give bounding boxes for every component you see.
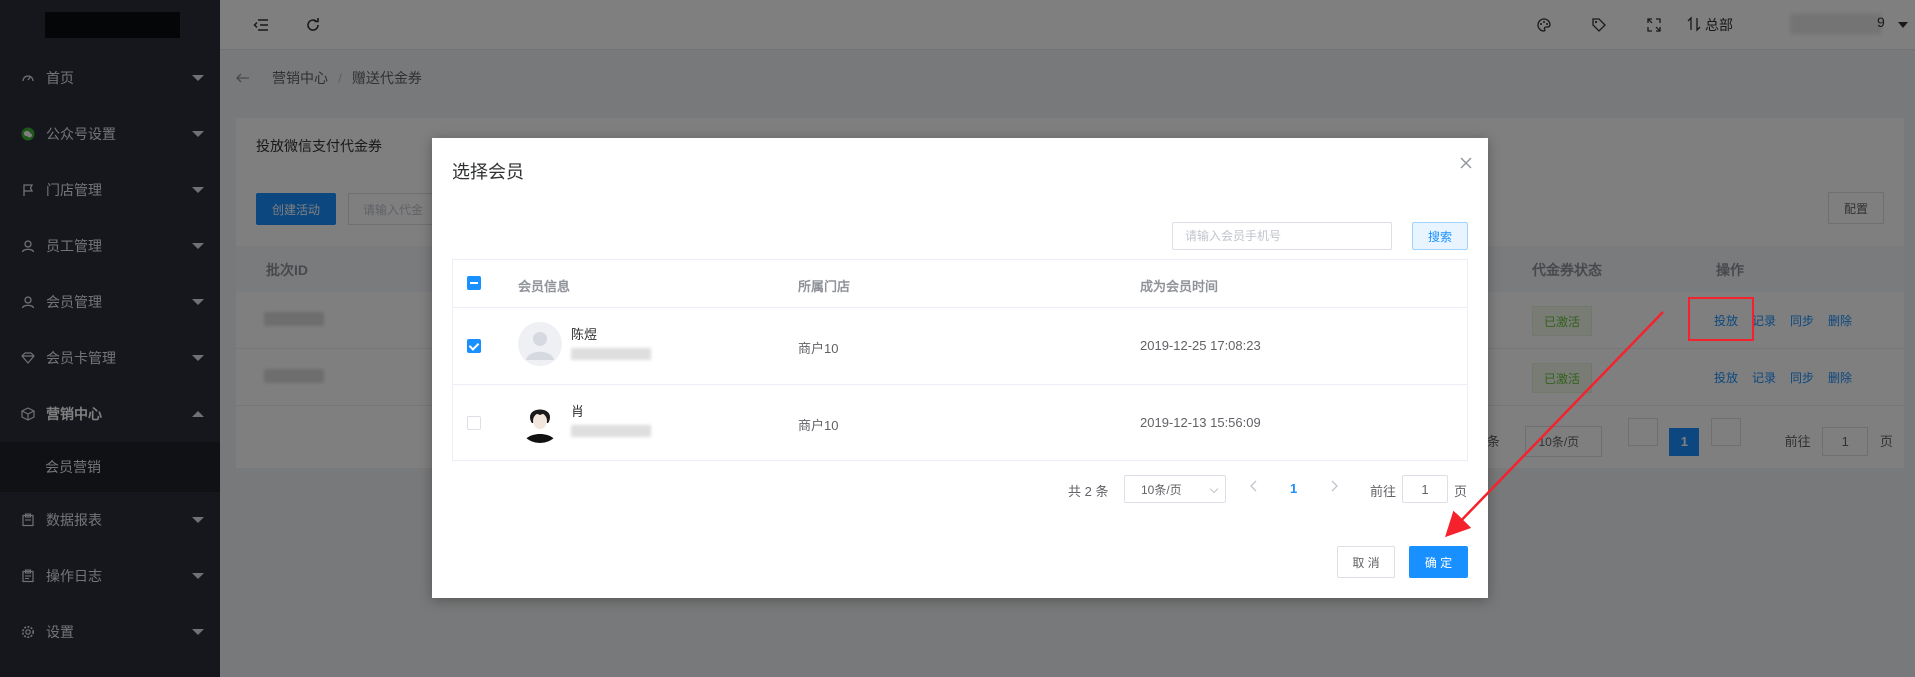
member-store: 商户10 [798,418,839,433]
column-header-store: 所属门店 [798,279,851,294]
goto-page-input[interactable] [1402,475,1448,503]
avatar [518,399,562,443]
member-store: 商户10 [798,341,839,356]
cancel-button[interactable]: 取 消 [1337,546,1395,578]
dialog-pagination: 共 2 条 10条/页 1 前往 页 [432,475,1468,503]
avatar [518,322,562,366]
next-page-icon[interactable] [1330,480,1338,495]
total-count: 共 2 条 [1068,484,1109,499]
annotation-highlight-box [1688,297,1754,341]
member-joined-time: 2019-12-13 15:56:09 [1140,415,1261,430]
select-member-dialog: 选择会员 搜索 会员信息 所属门店 成为会员时间 陈煜 商户10 2019-12… [432,138,1488,598]
row-checkbox[interactable] [467,339,481,353]
goto-label: 前往 [1370,484,1397,499]
page-size-select[interactable]: 10条/页 [1124,475,1226,503]
column-header-joined: 成为会员时间 [1140,279,1219,294]
page-number[interactable]: 1 [1290,481,1297,496]
page-size-value: 10条/页 [1141,482,1182,497]
select-all-checkbox[interactable] [467,276,481,290]
table-row[interactable]: 陈煜 商户10 2019-12-25 17:08:23 [453,308,1467,385]
close-icon[interactable] [1460,156,1472,174]
member-table: 会员信息 所属门店 成为会员时间 陈煜 商户10 2019-12-25 17:0… [452,259,1468,461]
chevron-down-icon [1209,484,1219,494]
confirm-button[interactable]: 确 定 [1409,546,1468,578]
member-name: 陈煜 [571,327,598,342]
column-header-member-info: 会员信息 [518,279,571,294]
prev-page-icon[interactable] [1250,480,1258,495]
member-phone-blurred [571,425,651,437]
dialog-title: 选择会员 [452,162,524,182]
member-joined-time: 2019-12-25 17:08:23 [1140,338,1261,353]
member-phone-search-input[interactable] [1172,222,1392,250]
member-phone-blurred [571,348,651,360]
search-button[interactable]: 搜索 [1412,222,1468,250]
goto-unit: 页 [1454,484,1468,499]
table-row[interactable]: 肖 商户10 2019-12-13 15:56:09 [453,385,1467,462]
member-name: 肖 [571,404,585,419]
row-checkbox[interactable] [467,416,481,430]
member-table-header: 会员信息 所属门店 成为会员时间 [453,260,1467,308]
